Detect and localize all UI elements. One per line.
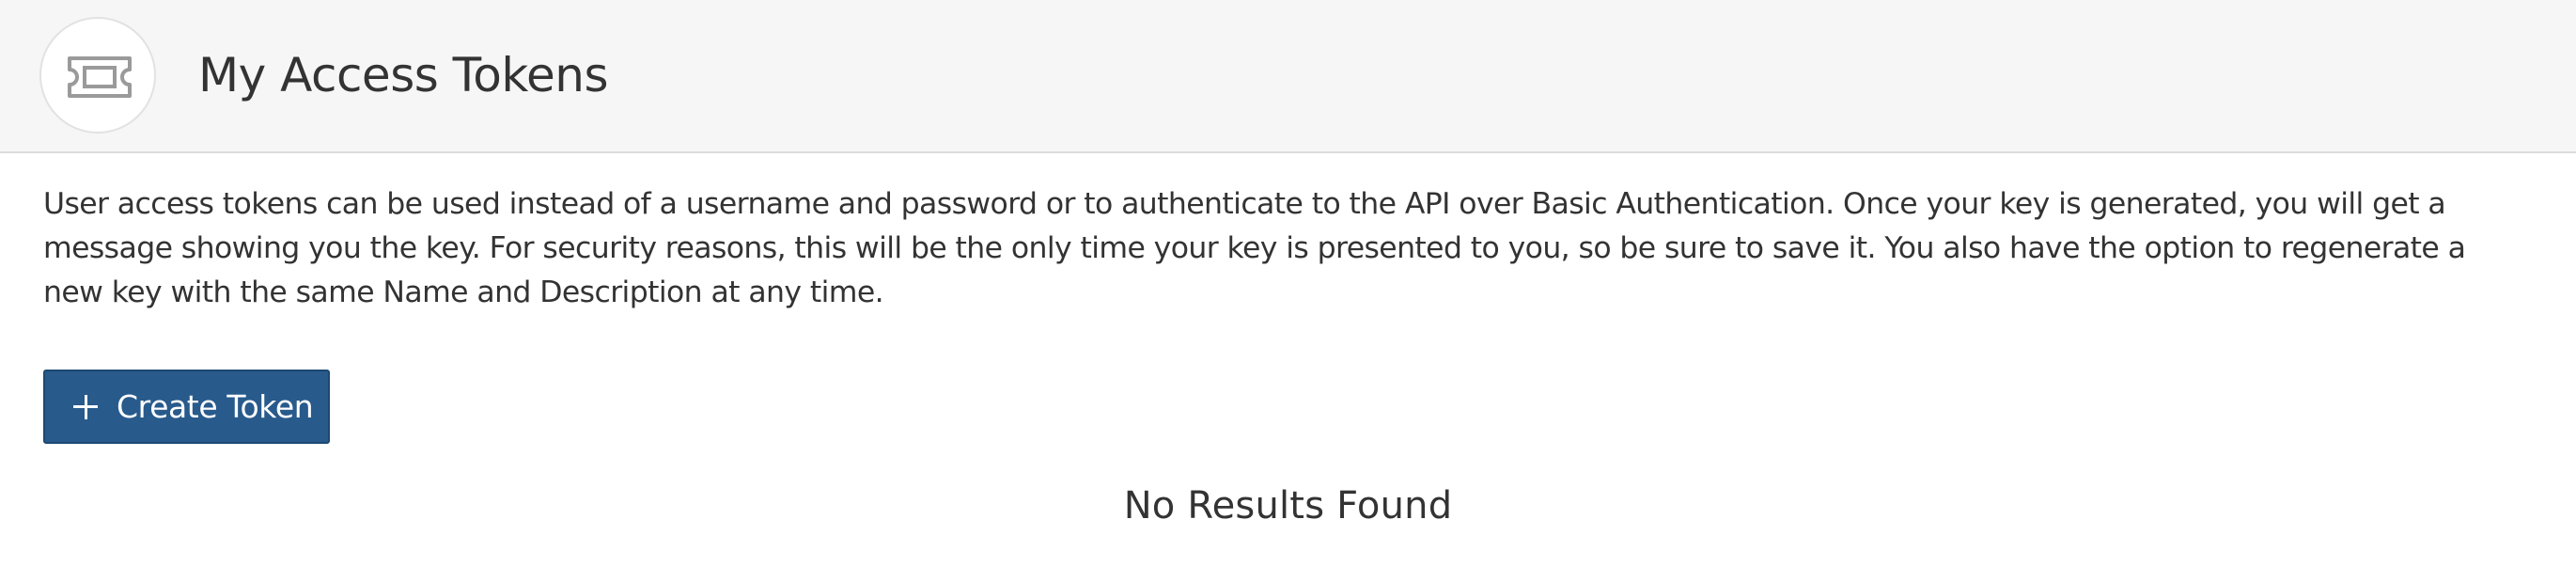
header-icon-circle bbox=[39, 17, 156, 134]
create-token-button[interactable]: Create Token bbox=[43, 370, 330, 444]
empty-state-message: No Results Found bbox=[1123, 484, 1453, 528]
description-text: User access tokens can be used instead o… bbox=[43, 187, 2466, 309]
plus-icon bbox=[73, 394, 98, 419]
page-header: My Access Tokens bbox=[0, 0, 2576, 153]
page-title: My Access Tokens bbox=[198, 48, 609, 102]
create-token-label: Create Token bbox=[117, 388, 314, 425]
ticket-icon bbox=[68, 56, 132, 98]
